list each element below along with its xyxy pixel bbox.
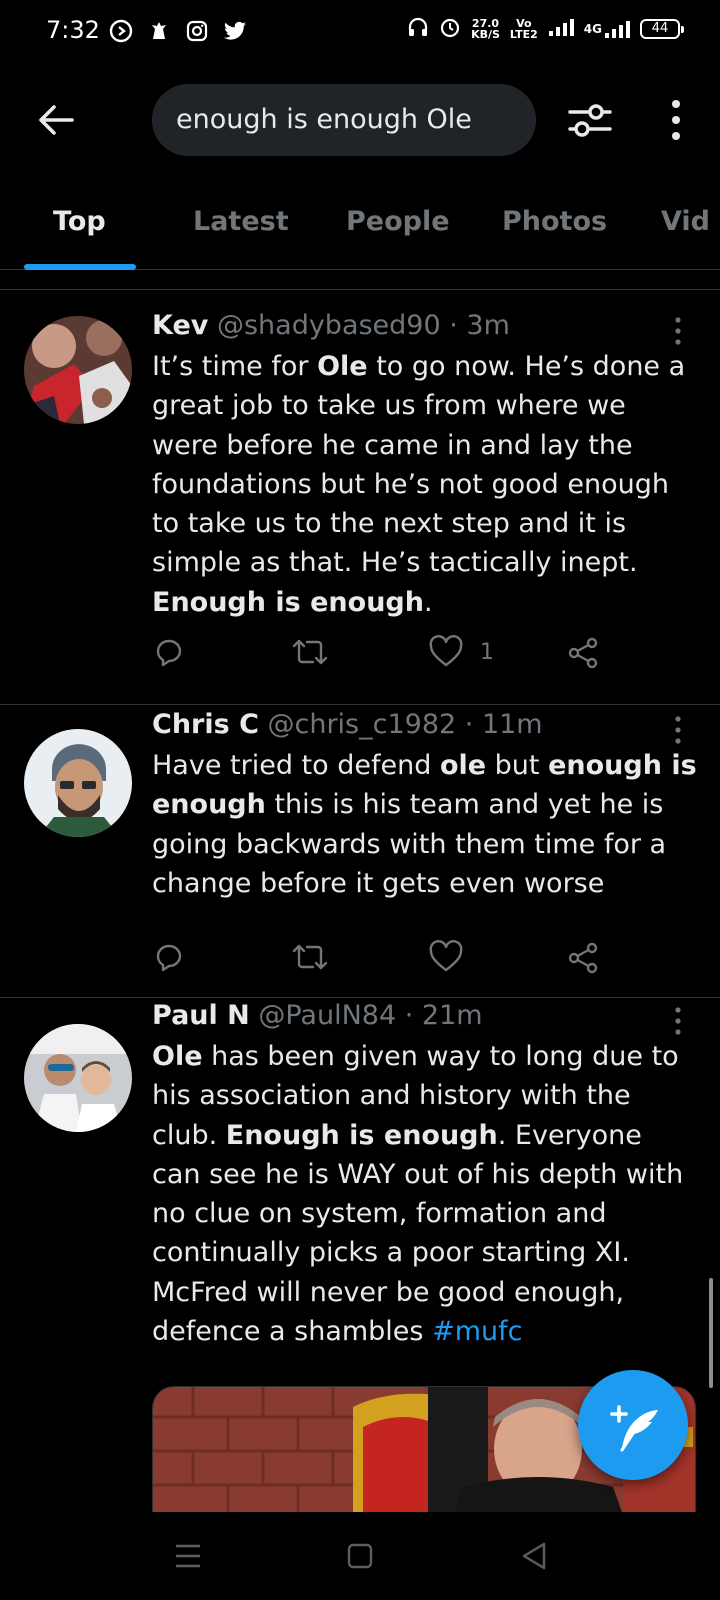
- share-button[interactable]: [566, 632, 600, 672]
- alarm-icon: [439, 16, 461, 42]
- media-play-icon: [108, 18, 134, 44]
- network-type: 4G: [584, 19, 630, 39]
- compose-tweet-button[interactable]: [578, 1370, 688, 1480]
- highlighted-term: Enough is enough: [152, 586, 424, 618]
- tweet-text: Have tried to defend ole but enough is e…: [152, 750, 697, 899]
- home-icon: [347, 1543, 373, 1569]
- like-icon: [429, 635, 463, 667]
- recents-button[interactable]: [168, 1540, 208, 1572]
- highlighted-term: ole: [439, 750, 487, 781]
- tweet-header: Paul N @PaulN84 · 21m: [152, 1000, 483, 1031]
- retweet-icon: [292, 944, 328, 970]
- like-icon: [429, 940, 463, 972]
- tweet-header: Kev @shadybased90 · 3m: [152, 310, 510, 341]
- separator-dot: ·: [440, 310, 467, 341]
- tab-photos[interactable]: Photos: [502, 206, 607, 237]
- tweet-more-button[interactable]: [672, 715, 684, 745]
- twitter-bird-icon: [222, 18, 248, 44]
- reply-button[interactable]: [152, 632, 186, 672]
- search-filter-button[interactable]: [566, 96, 614, 144]
- separator-dot: ·: [456, 709, 482, 740]
- active-tab-indicator: [24, 264, 136, 270]
- tab-people[interactable]: People: [346, 206, 450, 237]
- back-button[interactable]: [34, 98, 78, 142]
- avatar[interactable]: [24, 729, 132, 837]
- tweet-more-button[interactable]: [672, 316, 684, 346]
- instagram-icon: [184, 18, 210, 44]
- more-vertical-icon: [675, 716, 681, 744]
- notification-icons: [108, 18, 248, 44]
- tweet-time: 3m: [466, 310, 510, 341]
- tweet-time: 21m: [421, 1000, 483, 1031]
- share-icon: [568, 637, 598, 669]
- author-name[interactable]: Paul N: [152, 1000, 250, 1031]
- compose-tweet-icon: [610, 1405, 658, 1452]
- volte-bottom: LTE2: [509, 28, 538, 41]
- separator-dot: ·: [396, 1000, 422, 1031]
- retweet-icon: [292, 639, 328, 665]
- share-icon: [568, 942, 598, 974]
- status-time: 7:32: [46, 16, 100, 44]
- more-vertical-icon: [672, 100, 680, 140]
- tweet-card[interactable]: Kev @shadybased90 · 3m It’s time for Ole…: [0, 290, 720, 704]
- more-vertical-icon: [675, 317, 681, 345]
- premier-league-icon: [146, 18, 172, 44]
- more-vertical-icon: [675, 1007, 681, 1035]
- battery-indicator: 44: [640, 19, 684, 39]
- back-icon: [522, 1542, 546, 1570]
- retweet-button[interactable]: [290, 937, 330, 977]
- volte-indicator: Vo LTE2: [510, 18, 538, 40]
- more-options-button[interactable]: [666, 96, 686, 144]
- share-button[interactable]: [566, 937, 600, 977]
- status-bar: 7:32 27.0 KB/S Vo LTE2 4G 44: [0, 0, 720, 64]
- highlighted-term: Ole: [317, 351, 368, 382]
- reply-icon: [156, 944, 182, 972]
- like-button[interactable]: [428, 937, 464, 977]
- system-nav-bar: [0, 1512, 720, 1600]
- author-handle[interactable]: @chris_c1982: [268, 709, 457, 740]
- avatar[interactable]: [24, 1024, 132, 1132]
- tweet-actions: 1: [152, 632, 622, 672]
- tweet-header: Chris C @chris_c1982 · 11m: [152, 709, 543, 740]
- highlighted-term: enough is enough: [152, 750, 697, 821]
- search-input[interactable]: enough is enough Ole: [152, 84, 536, 156]
- tweet-time: 11m: [481, 709, 543, 740]
- signal-icon: [548, 17, 574, 41]
- like-count: 1: [480, 639, 494, 665]
- home-button[interactable]: [340, 1540, 380, 1572]
- author-handle[interactable]: @shadybased90: [217, 310, 441, 341]
- like-button[interactable]: 1: [428, 632, 494, 672]
- system-back-button[interactable]: [514, 1540, 554, 1572]
- tab-videos[interactable]: Vid: [661, 206, 710, 237]
- reply-button[interactable]: [152, 937, 186, 977]
- tab-top[interactable]: Top: [53, 206, 106, 237]
- tweet-text: It’s time for Ole to go now. He’s done a…: [152, 351, 686, 618]
- search-header: enough is enough Ole: [0, 80, 720, 160]
- highlighted-term: Enough is enough: [225, 1119, 498, 1151]
- avatar[interactable]: [24, 316, 132, 424]
- network-type-label: 4G: [583, 22, 602, 36]
- network-speed: 27.0 KB/S: [471, 18, 500, 40]
- tweet-more-button[interactable]: [672, 1006, 684, 1036]
- net-speed-unit: KB/S: [471, 28, 500, 41]
- headphones-icon: [407, 16, 429, 42]
- author-name[interactable]: Chris C: [152, 709, 259, 740]
- search-tabs: Top Latest People Photos Vid: [0, 184, 720, 270]
- back-arrow-icon: [39, 105, 74, 135]
- author-name[interactable]: Kev: [152, 310, 208, 341]
- tweet-actions: [152, 937, 622, 977]
- tab-latest[interactable]: Latest: [193, 206, 289, 237]
- reply-icon: [156, 639, 182, 667]
- system-indicators: 27.0 KB/S Vo LTE2 4G 44: [407, 16, 684, 42]
- search-query: enough is enough Ole: [176, 104, 472, 135]
- tweet-card[interactable]: Chris C @chris_c1982 · 11m Have tried to…: [0, 705, 720, 997]
- hashtag-link[interactable]: #mufc: [432, 1316, 522, 1347]
- recents-icon: [176, 1544, 200, 1568]
- retweet-button[interactable]: [290, 632, 330, 672]
- scrollbar[interactable]: [709, 1278, 713, 1388]
- search-filter-icon: [568, 104, 612, 137]
- author-handle[interactable]: @PaulN84: [258, 1000, 396, 1031]
- tweet-text: Ole has been given way to long due to hi…: [152, 1041, 684, 1348]
- highlighted-term: Ole: [152, 1041, 203, 1072]
